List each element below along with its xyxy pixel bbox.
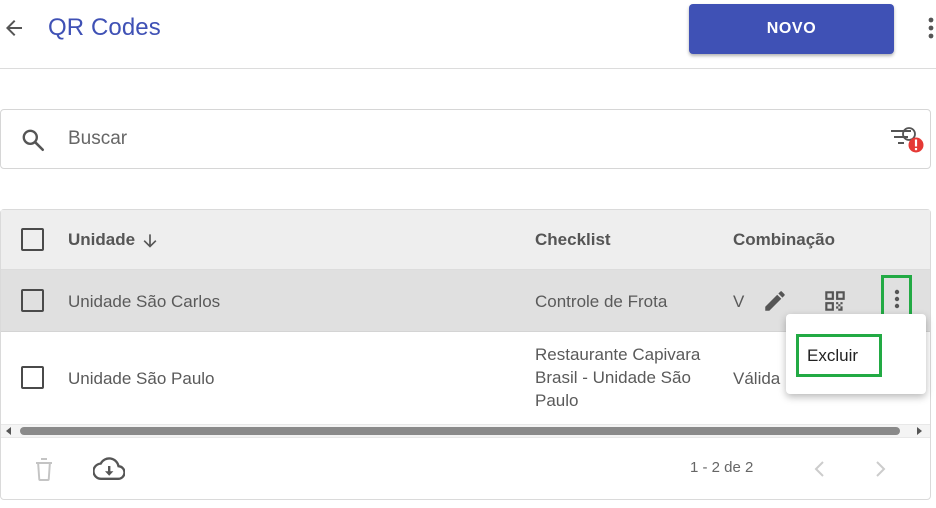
more-vertical-icon bbox=[928, 17, 934, 39]
row-checkbox[interactable] bbox=[21, 289, 44, 312]
cell-combinacao: Válida bbox=[733, 369, 781, 388]
header-divider bbox=[0, 68, 936, 69]
menu-item-delete[interactable]: Excluir bbox=[796, 334, 882, 377]
qr-code-icon[interactable] bbox=[822, 288, 848, 314]
arrow-down-icon[interactable] bbox=[140, 231, 160, 251]
cell-checklist-line: Restaurante Capivara bbox=[535, 345, 701, 364]
edit-icon[interactable] bbox=[762, 288, 788, 314]
trash-icon[interactable] bbox=[32, 456, 56, 482]
row-checkbox[interactable] bbox=[21, 366, 44, 389]
arrow-left-icon bbox=[6, 20, 22, 36]
page-title: QR Codes bbox=[48, 14, 161, 41]
cell-checklist: Controle de Frota bbox=[535, 292, 668, 311]
back-button[interactable] bbox=[0, 12, 28, 44]
search-icon bbox=[22, 129, 45, 152]
cell-checklist-line: Paulo bbox=[535, 391, 579, 410]
cell-combinacao: V bbox=[733, 292, 745, 311]
cell-unidade: Unidade São Paulo bbox=[68, 369, 215, 388]
pagination-info: 1 - 2 de 2 bbox=[690, 459, 754, 476]
filter-alert-icon bbox=[891, 127, 924, 153]
filter-button[interactable] bbox=[889, 125, 927, 155]
scroll-left-icon[interactable] bbox=[4, 426, 14, 436]
cell-checklist-line: Brasil - Unidade São bbox=[535, 368, 691, 387]
chevron-left-icon[interactable] bbox=[810, 457, 830, 481]
new-button[interactable]: NOVO bbox=[689, 4, 894, 54]
cell-checklist: Restaurante Capivara Brasil - Unidade Sã… bbox=[535, 343, 700, 412]
column-header-combinacao[interactable]: Combinação bbox=[733, 230, 835, 250]
select-all-checkbox[interactable] bbox=[21, 228, 44, 251]
scroll-right-icon[interactable] bbox=[914, 426, 924, 436]
more-options-button[interactable] bbox=[920, 14, 936, 42]
more-vertical-icon bbox=[894, 289, 899, 309]
scrollbar-thumb[interactable] bbox=[20, 427, 900, 435]
column-header-checklist[interactable]: Checklist bbox=[535, 230, 611, 250]
cloud-download-icon[interactable] bbox=[93, 455, 125, 483]
column-header-unidade[interactable]: Unidade bbox=[68, 230, 135, 250]
cell-unidade: Unidade São Carlos bbox=[68, 292, 221, 311]
search-input[interactable] bbox=[68, 124, 848, 154]
chevron-right-icon[interactable] bbox=[870, 457, 890, 481]
